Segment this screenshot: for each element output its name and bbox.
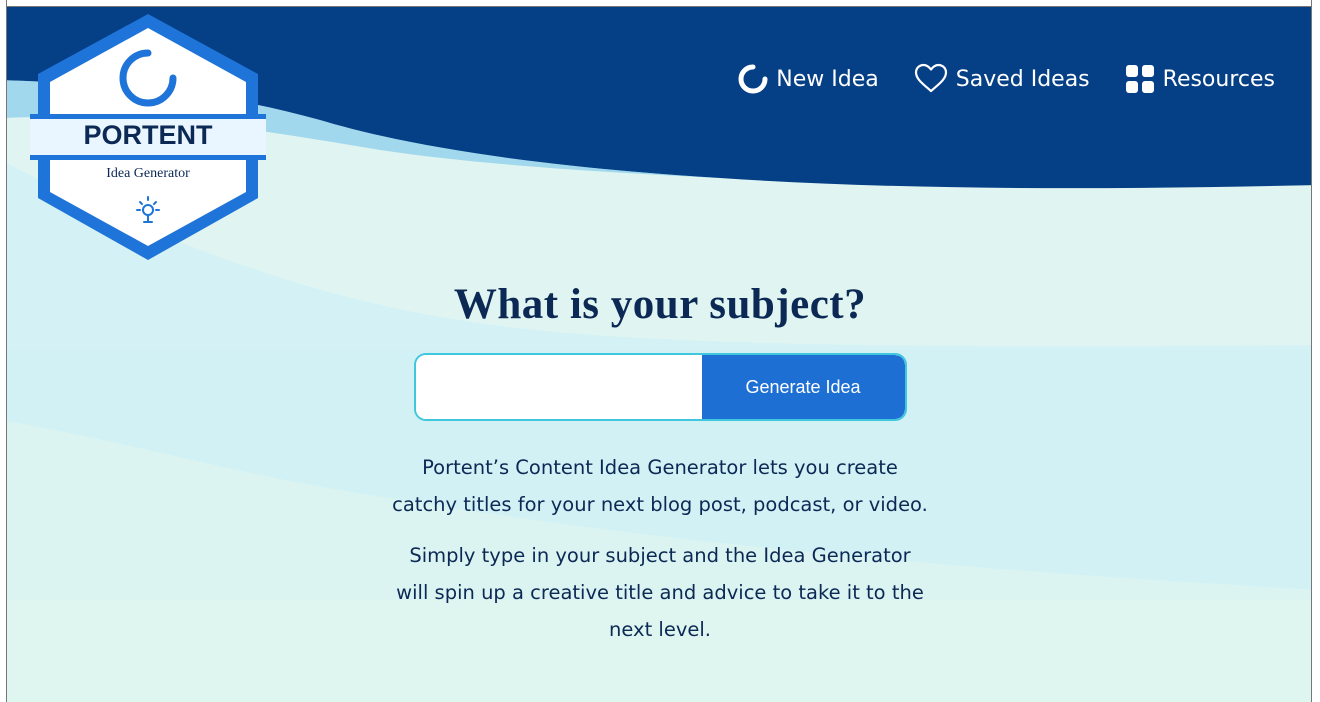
- generate-idea-button[interactable]: Generate Idea: [701, 355, 905, 419]
- top-nav: New Idea Saved Ideas Resources: [737, 63, 1275, 95]
- logo-subtitle-text: Idea Generator: [106, 166, 190, 181]
- description-line: catchy titles for your next blog post, p…: [392, 493, 928, 516]
- subject-input[interactable]: [415, 355, 702, 419]
- frame-left-line: [6, 0, 7, 702]
- page-title: What is your subject?: [453, 281, 867, 328]
- hero-section: What is your subject? Generate Idea Port…: [330, 280, 990, 662]
- nav-new-idea-label: New Idea: [776, 66, 879, 92]
- nav-resources[interactable]: Resources: [1124, 63, 1275, 95]
- description: Portent’s Content Idea Generator lets yo…: [330, 449, 990, 648]
- new-idea-ring-icon: [738, 64, 768, 94]
- frame-right: [1312, 0, 1320, 702]
- nav-saved-ideas-label: Saved Ideas: [955, 66, 1090, 92]
- description-paragraph-2: Simply type in your subject and the Idea…: [330, 537, 990, 648]
- nav-resources-label: Resources: [1162, 66, 1275, 92]
- description-line: Portent’s Content Idea Generator lets yo…: [422, 456, 898, 479]
- grid-icon: [1125, 65, 1154, 93]
- frame-right-line: [1311, 0, 1312, 702]
- description-line: Simply type in your subject and the Idea…: [409, 544, 911, 567]
- portent-logo[interactable]: PORTENT Idea Generator: [28, 10, 268, 265]
- description-paragraph-1: Portent’s Content Idea Generator lets yo…: [330, 449, 990, 523]
- nav-new-idea[interactable]: New Idea: [737, 63, 879, 95]
- logo-brand-text: PORTENT: [83, 120, 213, 150]
- nav-saved-ideas[interactable]: Saved Ideas: [913, 63, 1090, 95]
- description-line: will spin up a creative title and advice…: [396, 581, 924, 604]
- frame-top-line: [6, 6, 1311, 7]
- subject-form: Generate Idea: [413, 353, 907, 421]
- page: PORTENT Idea Generator New Idea Saved Id…: [0, 0, 1320, 702]
- heart-icon: [914, 63, 947, 93]
- description-line: next level.: [609, 618, 711, 641]
